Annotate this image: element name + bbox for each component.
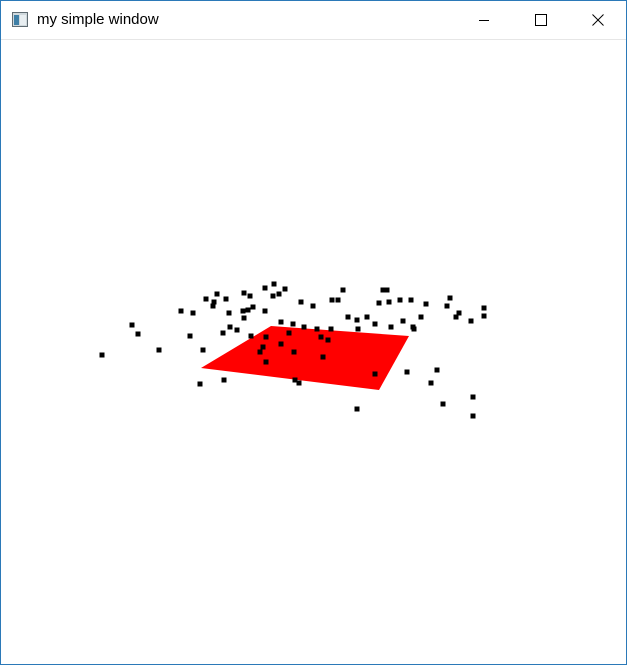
point-marker xyxy=(340,287,346,293)
close-icon xyxy=(591,14,604,26)
point-marker xyxy=(372,371,378,377)
point-marker xyxy=(388,324,394,330)
point-marker xyxy=(190,310,196,316)
point-marker xyxy=(247,293,253,299)
point-marker xyxy=(470,394,476,400)
maximize-button[interactable] xyxy=(512,1,569,39)
point-marker xyxy=(345,314,351,320)
point-marker xyxy=(444,303,450,309)
point-marker xyxy=(178,308,184,314)
point-marker xyxy=(223,296,229,302)
point-marker xyxy=(400,318,406,324)
point-marker xyxy=(248,333,254,339)
point-marker xyxy=(263,334,269,340)
point-marker xyxy=(290,321,296,327)
point-marker xyxy=(262,285,268,291)
point-marker xyxy=(296,380,302,386)
point-marker xyxy=(301,324,307,330)
point-marker xyxy=(481,305,487,311)
point-marker xyxy=(262,308,268,314)
point-marker xyxy=(211,299,217,305)
title-bar[interactable]: my simple window xyxy=(1,1,626,40)
point-marker xyxy=(245,307,251,313)
point-marker xyxy=(447,295,453,301)
point-marker xyxy=(227,324,233,330)
point-marker xyxy=(220,330,226,336)
point-marker xyxy=(380,287,386,293)
point-marker xyxy=(335,297,341,303)
point-marker xyxy=(354,317,360,323)
point-marker xyxy=(278,341,284,347)
window-title: my simple window xyxy=(37,11,159,28)
point-marker xyxy=(250,304,256,310)
minimize-button[interactable] xyxy=(455,1,512,39)
point-cloud xyxy=(99,281,487,419)
point-marker xyxy=(468,318,474,324)
point-marker xyxy=(260,344,266,350)
point-marker xyxy=(325,337,331,343)
3d-scene xyxy=(99,281,487,419)
point-marker xyxy=(271,281,277,287)
point-marker xyxy=(187,333,193,339)
point-marker xyxy=(270,293,276,299)
point-marker xyxy=(470,413,476,419)
point-marker xyxy=(99,352,105,358)
point-marker xyxy=(263,359,269,365)
point-marker xyxy=(286,330,292,336)
point-marker xyxy=(310,303,316,309)
point-marker xyxy=(428,380,434,386)
point-marker xyxy=(282,286,288,292)
point-marker xyxy=(318,334,324,340)
point-marker xyxy=(241,290,247,296)
point-marker xyxy=(423,301,429,307)
minimize-icon xyxy=(478,20,489,21)
point-marker xyxy=(197,381,203,387)
point-marker xyxy=(240,308,246,314)
point-marker xyxy=(434,367,440,373)
point-marker xyxy=(257,349,263,355)
point-marker xyxy=(364,314,370,320)
point-marker xyxy=(226,310,232,316)
point-marker xyxy=(453,314,459,320)
red-plane xyxy=(201,326,409,390)
point-marker xyxy=(386,299,392,305)
point-marker xyxy=(291,349,297,355)
point-marker xyxy=(156,347,162,353)
point-marker xyxy=(314,326,320,332)
point-marker xyxy=(481,313,487,319)
point-marker xyxy=(418,314,424,320)
point-marker xyxy=(278,319,284,325)
app-window-icon xyxy=(12,12,28,27)
point-marker xyxy=(376,300,382,306)
point-marker xyxy=(355,326,361,332)
close-button[interactable] xyxy=(569,1,626,39)
point-marker xyxy=(241,315,247,321)
point-marker xyxy=(408,297,414,303)
point-marker xyxy=(404,369,410,375)
point-marker xyxy=(320,354,326,360)
point-marker xyxy=(276,291,282,297)
point-marker xyxy=(129,322,135,328)
point-marker xyxy=(234,327,240,333)
point-marker xyxy=(372,321,378,327)
maximize-icon xyxy=(534,14,547,26)
point-marker xyxy=(354,406,360,412)
point-marker xyxy=(200,347,206,353)
point-marker xyxy=(411,326,417,332)
point-marker xyxy=(329,297,335,303)
point-marker xyxy=(221,377,227,383)
point-marker xyxy=(440,401,446,407)
point-marker xyxy=(135,331,141,337)
render-area[interactable] xyxy=(1,40,626,664)
point-marker xyxy=(328,326,334,332)
app-window: my simple window xyxy=(0,0,627,665)
point-marker xyxy=(298,299,304,305)
point-marker xyxy=(397,297,403,303)
point-marker xyxy=(214,291,220,297)
point-marker xyxy=(203,296,209,302)
